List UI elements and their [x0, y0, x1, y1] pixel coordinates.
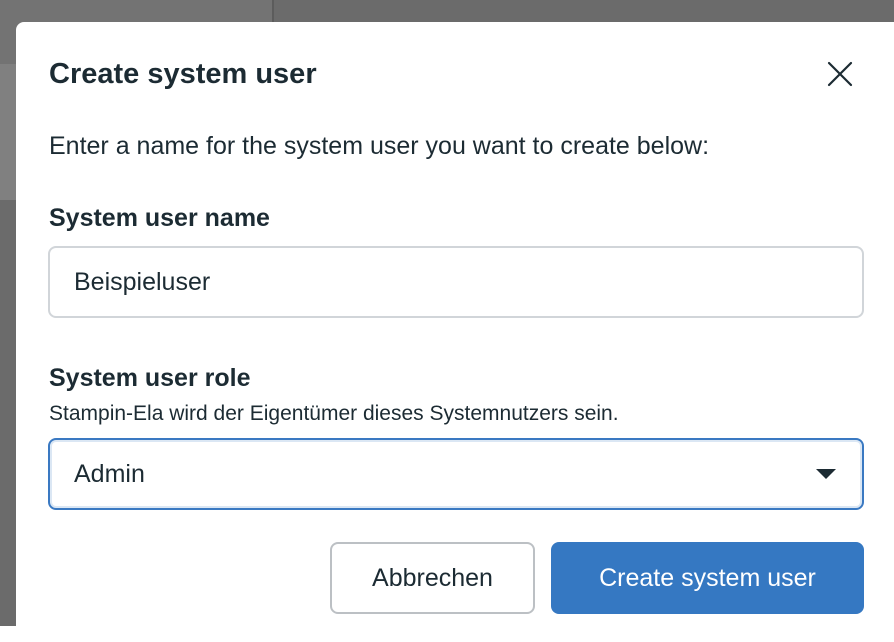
dialog-title: Create system user [49, 58, 317, 90]
cancel-button[interactable]: Abbrechen [330, 542, 535, 614]
create-system-user-dialog: Create system user Enter a name for the … [16, 22, 894, 642]
close-button[interactable] [822, 56, 858, 92]
system-user-name-input[interactable] [48, 246, 864, 318]
system-user-role-label: System user role [49, 364, 251, 392]
system-user-name-label: System user name [49, 204, 270, 232]
dialog-intro-text: Enter a name for the system user you wan… [49, 132, 710, 160]
role-select-value: Admin [74, 459, 145, 488]
background-divider [272, 0, 274, 22]
caret-down-icon [816, 469, 836, 479]
close-icon [827, 61, 853, 87]
system-user-role-select[interactable]: Admin [48, 438, 864, 510]
system-user-role-help-text: Stampin-Ela wird der Eigentümer dieses S… [49, 402, 619, 425]
create-system-user-button[interactable]: Create system user [551, 542, 864, 614]
